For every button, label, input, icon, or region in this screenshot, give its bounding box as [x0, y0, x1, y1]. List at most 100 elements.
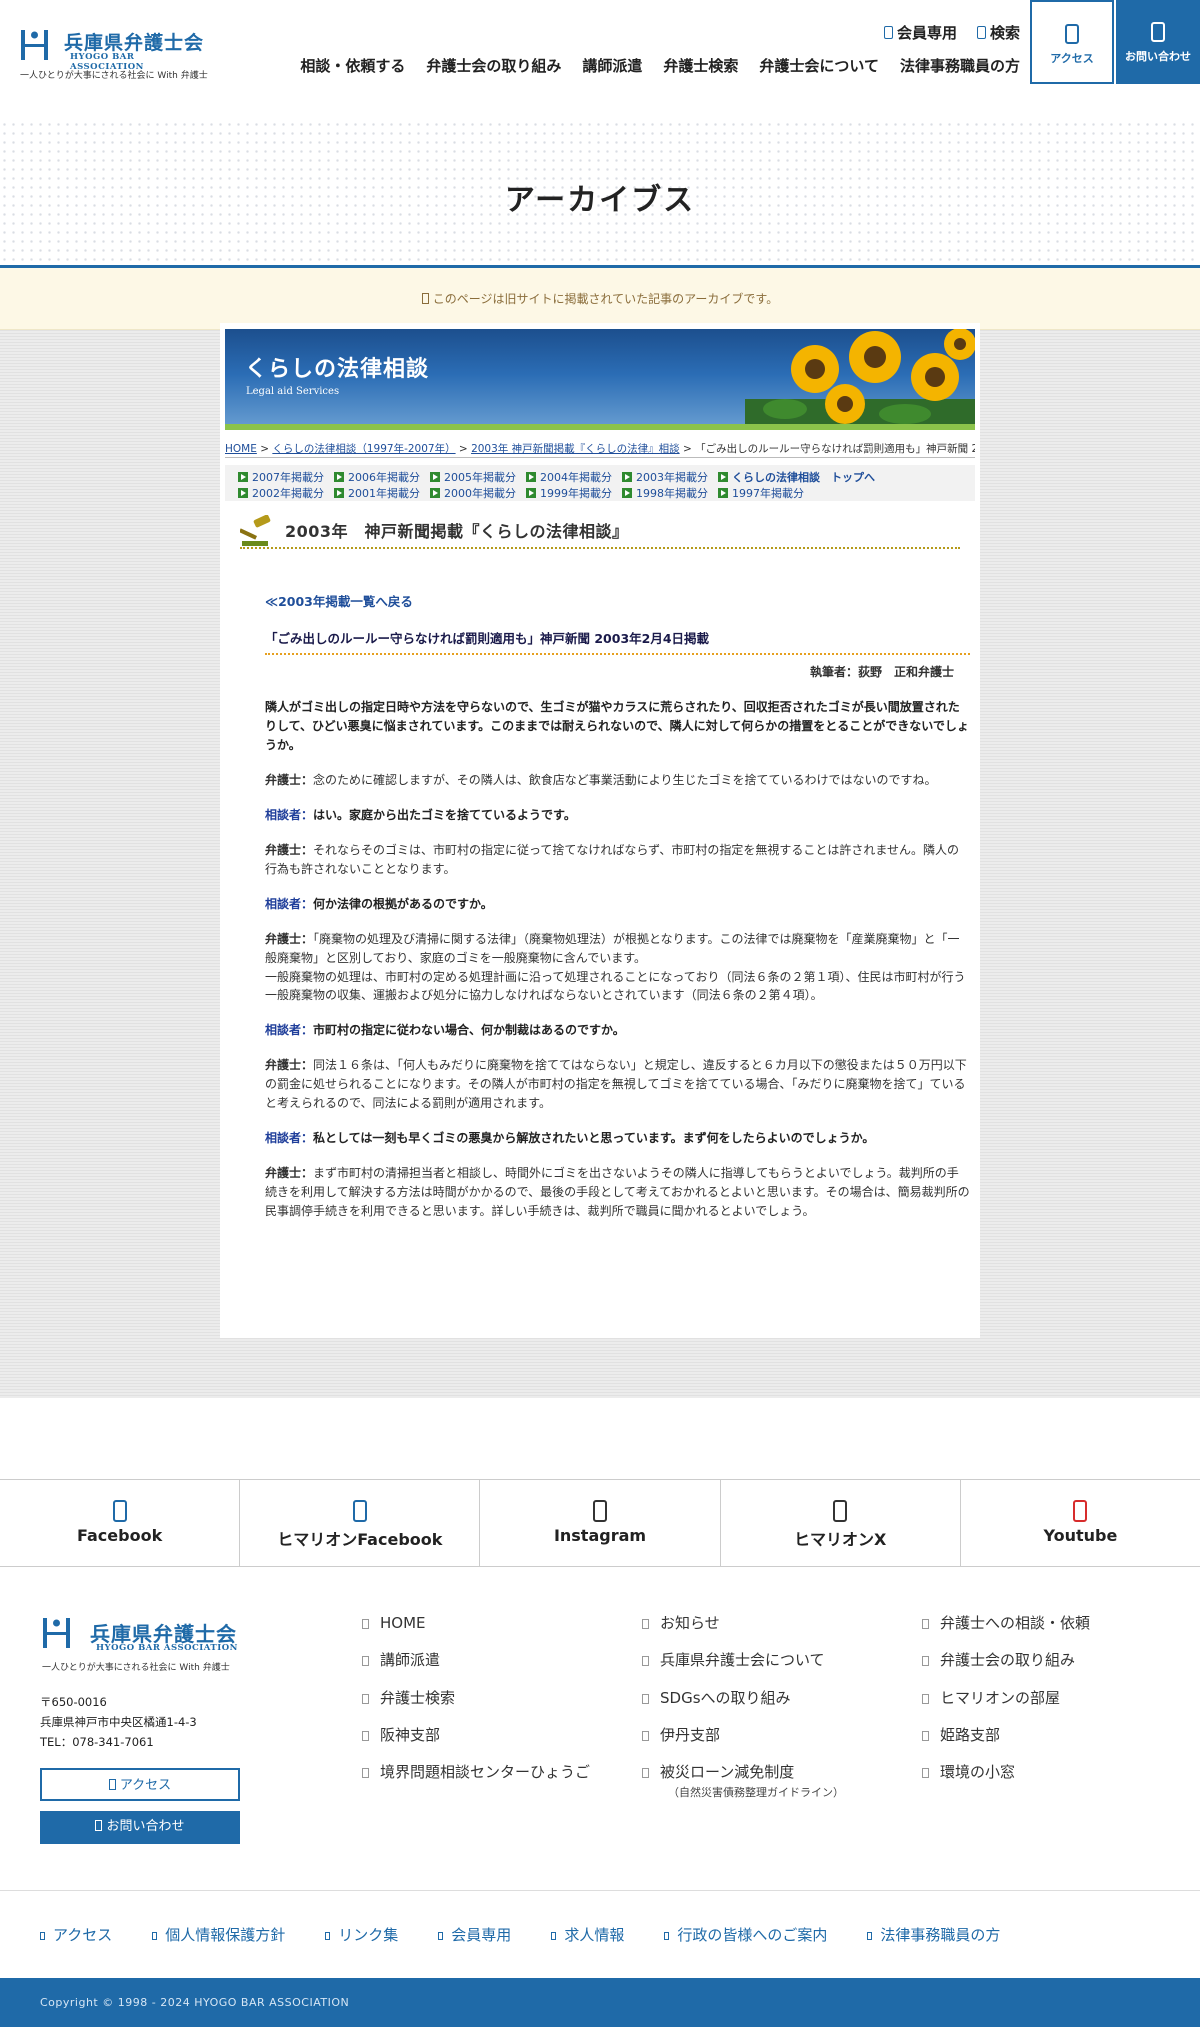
- social-links: Facebook ヒマリオンFacebook Instagram ヒマリオンX …: [0, 1479, 1200, 1567]
- link-icon: [152, 1932, 158, 1940]
- phone-number: TEL：078-341-7061: [40, 1735, 154, 1750]
- search-icon: [976, 26, 986, 39]
- arrow-icon: [718, 472, 728, 482]
- logo-mark-icon: [21, 30, 48, 60]
- footer-link[interactable]: HOME: [360, 1612, 600, 1635]
- year-link[interactable]: 2000年掲載分: [430, 485, 516, 501]
- contact-button[interactable]: お問い合わせ: [1116, 0, 1200, 84]
- footer-link[interactable]: 講師派遣: [360, 1649, 600, 1672]
- logo-tagline: 一人ひとりが大事にされる社会に With 弁護士: [20, 71, 208, 81]
- social-himarion-x[interactable]: ヒマリオンX: [721, 1480, 961, 1566]
- bottom-link[interactable]: 求人情報: [551, 1924, 624, 1945]
- footer-link[interactable]: 兵庫県弁護士会について: [640, 1649, 880, 1672]
- year-link[interactable]: 2002年掲載分: [238, 485, 324, 501]
- dialogue-client: 相談者：はい。家庭から出たゴミを捨てているようです。: [265, 807, 576, 822]
- arrow-icon: [238, 488, 248, 498]
- footer-link[interactable]: 境界問題相談センターひょうご: [360, 1761, 600, 1784]
- section-title: 2003年 神戸新聞掲載『くらしの法律相談』: [285, 522, 629, 541]
- instagram-icon: [593, 1500, 607, 1522]
- breadcrumb: HOME > くらしの法律相談（1997年-2007年） > 2003年 神戸新…: [225, 441, 975, 456]
- breadcrumb-divider: [225, 457, 975, 458]
- link-icon: [551, 1932, 557, 1940]
- year-link[interactable]: 2003年掲載分: [622, 469, 708, 485]
- year-link[interactable]: 1997年掲載分: [718, 485, 804, 501]
- footer-link[interactable]: 伊丹支部: [640, 1724, 880, 1747]
- bottom-link[interactable]: 法律事務職員の方: [867, 1924, 1000, 1945]
- link-icon: [438, 1932, 444, 1940]
- link-icon: [325, 1932, 331, 1940]
- legal-aid-top-link[interactable]: くらしの法律相談 トップへ: [718, 469, 875, 485]
- access-button[interactable]: アクセス: [1030, 0, 1114, 84]
- year-link[interactable]: 1999年掲載分: [526, 485, 612, 501]
- dialogue-lawyer: 弁護士：「廃棄物の処理及び清掃に関する法律」（廃棄物処理法）が根拠となります。こ…: [265, 931, 966, 1003]
- footer-link[interactable]: SDGsへの取り組み: [640, 1687, 880, 1710]
- footer-link[interactable]: 姫路支部: [920, 1724, 1160, 1747]
- footer-link-loan-relief[interactable]: 被災ローン減免制度 （自然災害債務整理ガイドライン）: [640, 1761, 880, 1801]
- search-link[interactable]: 検索: [976, 22, 1020, 43]
- main-nav: 相談・依頼する 弁護士会の取り組み 講師派遣 弁護士検索 弁護士会について 法律…: [300, 55, 1020, 76]
- footer-logo[interactable]: 兵庫県弁護士会 HYOGO BAR ASSOCIATION 一人ひとりが大事にさ…: [40, 1612, 240, 1673]
- social-facebook[interactable]: Facebook: [0, 1480, 241, 1566]
- mail-icon: [1151, 22, 1165, 42]
- arrow-icon: [526, 488, 536, 498]
- dialogue-lawyer: 弁護士：同法１６条は、「何人もみだりに廃棄物を捨ててはならない」と規定し、違反す…: [265, 1058, 967, 1111]
- footer-link[interactable]: お知らせ: [640, 1612, 880, 1635]
- map-pin-icon: [1065, 24, 1079, 44]
- street-address: 兵庫県神戸市中央区橘通1-4-3: [40, 1715, 197, 1730]
- footer-link[interactable]: 環境の小窓: [920, 1761, 1160, 1784]
- footer-access-button[interactable]: アクセス: [40, 1768, 240, 1801]
- bottom-link[interactable]: 行政の皆様へのご案内: [664, 1924, 827, 1945]
- bottom-link[interactable]: 個人情報保護方針: [152, 1924, 285, 1945]
- nav-lecturer[interactable]: 講師派遣: [582, 55, 642, 76]
- dialogue-lawyer: 弁護士：念のために確認しますが、その隣人は、飲食店など事業活動により生じたゴミを…: [265, 772, 937, 787]
- social-himarion-facebook[interactable]: ヒマリオンFacebook: [240, 1480, 481, 1566]
- footer-link[interactable]: ヒマリオンの部屋: [920, 1687, 1160, 1710]
- arrow-icon: [718, 488, 728, 498]
- nav-initiatives[interactable]: 弁護士会の取り組み: [426, 55, 561, 76]
- lock-icon: [883, 26, 893, 39]
- gavel-icon: [240, 515, 271, 546]
- year-link[interactable]: 2004年掲載分: [526, 469, 612, 485]
- social-instagram[interactable]: Instagram: [480, 1480, 721, 1566]
- arrow-icon: [622, 472, 632, 482]
- year-nav: 2007年掲載分 2006年掲載分 2005年掲載分 2004年掲載分 2003…: [225, 465, 975, 501]
- year-link[interactable]: 2006年掲載分: [334, 469, 420, 485]
- footer-link[interactable]: 弁護士検索: [360, 1687, 600, 1710]
- bottom-link[interactable]: リンク集: [325, 1924, 398, 1945]
- year-link[interactable]: 1998年掲載分: [622, 485, 708, 501]
- nav-consult[interactable]: 相談・依頼する: [300, 55, 405, 76]
- footer-link[interactable]: 弁護士会の取り組み: [920, 1649, 1160, 1672]
- social-youtube[interactable]: Youtube: [961, 1480, 1200, 1566]
- link-icon: [867, 1932, 873, 1940]
- breadcrumb-2003[interactable]: 2003年 神戸新聞掲載『くらしの法律』相談: [471, 443, 680, 455]
- footer-link[interactable]: 弁護士への相談・依頼: [920, 1612, 1160, 1635]
- logo-mark-icon: [43, 1618, 70, 1648]
- back-to-2003-link[interactable]: ≪2003年掲載一覧へ戻る: [265, 591, 413, 610]
- logo-text: 兵庫県弁護士会: [64, 32, 205, 54]
- arrow-icon: [430, 488, 440, 498]
- breadcrumb-legal-aid[interactable]: くらしの法律相談（1997年-2007年）: [272, 443, 455, 455]
- map-pin-icon: [108, 1779, 116, 1790]
- arrow-icon: [334, 472, 344, 482]
- dialogue-client: 相談者：何か法律の根拠があるのですか。: [265, 896, 493, 911]
- footer-contact-button[interactable]: お問い合わせ: [40, 1811, 240, 1844]
- arrow-icon: [430, 472, 440, 482]
- bottom-link[interactable]: アクセス: [40, 1924, 112, 1945]
- member-link[interactable]: 会員専用: [883, 22, 957, 43]
- nav-about[interactable]: 弁護士会について: [759, 55, 879, 76]
- x-icon: [833, 1500, 848, 1522]
- section-heading: 2003年 神戸新聞掲載『くらしの法律相談』: [240, 513, 960, 549]
- breadcrumb-home[interactable]: HOME: [225, 443, 257, 455]
- year-link[interactable]: 2007年掲載分: [238, 469, 324, 485]
- article-body: 隣人がゴミ出しの指定日時や方法を守らないので、生ゴミが猫やカラスに荒らされたり、…: [265, 698, 970, 1237]
- arrow-icon: [334, 488, 344, 498]
- site-logo[interactable]: 兵庫県弁護士会 HYOGO BAR ASSOCIATION 一人ひとりが大事にさ…: [18, 24, 208, 84]
- nav-lawyer-search[interactable]: 弁護士検索: [663, 55, 738, 76]
- dialogue-client: 相談者：市町村の指定に従わない場合、何か制裁はあるのですか。: [265, 1023, 625, 1038]
- year-link[interactable]: 2005年掲載分: [430, 469, 516, 485]
- year-link[interactable]: 2001年掲載分: [334, 485, 420, 501]
- footer-link[interactable]: 阪神支部: [360, 1724, 600, 1747]
- bottom-link[interactable]: 会員専用: [438, 1924, 511, 1945]
- page-hero: アーカイブス: [0, 120, 1200, 265]
- nav-legal-staff[interactable]: 法律事務職員の方: [900, 55, 1020, 76]
